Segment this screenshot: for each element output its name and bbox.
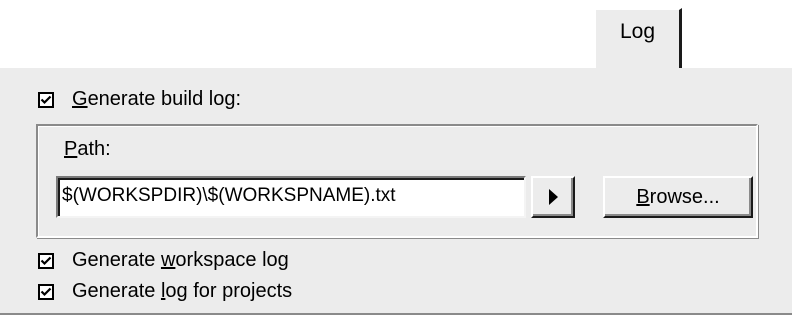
tab-log[interactable]: Log [594,8,682,68]
generate-log-for-projects-label: Generate log for projects [72,280,293,302]
generate-workspace-log-option[interactable]: Generate workspace log [38,249,289,272]
generate-log-for-projects-checkbox[interactable] [38,283,54,300]
generate-build-log-label: Generate build log: [72,88,242,110]
panel-bottom-margin [0,315,792,325]
browse-button[interactable]: Browse... [603,176,753,218]
checkmark-icon [40,95,52,104]
path-groupbox: Path: $(WORKSPDIR)\$(WORKSPNAME).txt Bro… [36,124,758,238]
generate-build-log-checkbox[interactable] [38,91,54,108]
checkmark-icon [40,287,52,296]
generate-build-log-option[interactable]: Generate build log: [38,88,241,111]
tab-log-label: Log [619,20,656,43]
tab-strip: Log [0,0,792,68]
generate-workspace-log-checkbox[interactable] [38,252,54,269]
path-input[interactable]: $(WORKSPDIR)\$(WORKSPNAME).txt [56,176,526,218]
right-triangle-arrow-icon [549,189,558,205]
log-settings-panel: Generate build log: Path: $(WORKSPDIR)\$… [0,66,792,325]
insert-macro-button[interactable] [531,176,575,218]
checkmark-icon [40,256,52,265]
path-label: Path: [64,138,111,160]
generate-log-for-projects-option[interactable]: Generate log for projects [38,280,292,303]
browse-button-label: Browse... [636,185,720,208]
generate-workspace-log-label: Generate workspace log [72,249,289,271]
